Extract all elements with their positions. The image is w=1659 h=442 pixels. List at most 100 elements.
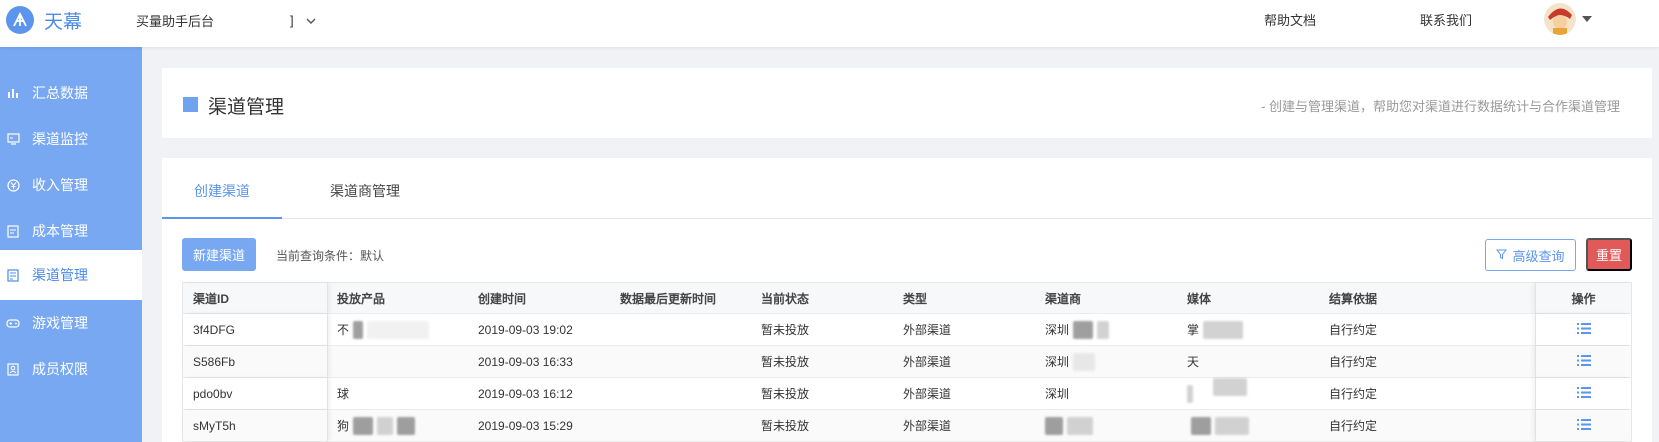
media-name: 掌 bbox=[1187, 323, 1200, 337]
app-selector[interactable]: 买量助手后台 ] bbox=[136, 11, 316, 30]
sidebar-item-label: 渠道监控 bbox=[32, 131, 88, 147]
tab-create-channel[interactable]: 创建渠道 bbox=[194, 181, 250, 201]
page-title: 渠道管理 bbox=[208, 97, 285, 118]
channel-icon bbox=[6, 268, 20, 282]
product-name: 球 bbox=[337, 387, 350, 401]
fixed-column: sMyT5h bbox=[183, 410, 328, 441]
column-header: 数据最后更新时间 bbox=[620, 291, 717, 306]
column-header: 投放产品 bbox=[337, 291, 386, 306]
column-header: 结算依据 bbox=[1329, 291, 1378, 306]
vendor-cell bbox=[1045, 410, 1093, 441]
media-name: 天 bbox=[1187, 355, 1200, 369]
created-time: 2019-09-03 19:02 bbox=[478, 322, 573, 337]
monitor-icon bbox=[6, 132, 20, 146]
redacted-block bbox=[377, 416, 394, 435]
column-header: 创建时间 bbox=[478, 291, 527, 306]
status: 暂未投放 bbox=[761, 419, 810, 433]
column-header: 媒体 bbox=[1187, 291, 1212, 306]
tab-vendor-management[interactable]: 渠道商管理 bbox=[330, 181, 400, 201]
sidebar-item-members[interactable]: 成员权限 bbox=[0, 344, 142, 394]
media-cell: 天 bbox=[1187, 346, 1199, 377]
list-icon[interactable] bbox=[1576, 322, 1591, 337]
page-subtitle: - 创建与管理渠道，帮助您对渠道进行数据统计与合作渠道管理 bbox=[1261, 99, 1620, 114]
tab-bar: 创建渠道 渠道商管理 bbox=[162, 158, 1652, 219]
fixed-op-column: 操作 bbox=[1535, 283, 1631, 313]
channel-id: pdo0bv bbox=[193, 386, 233, 401]
user-menu[interactable] bbox=[1544, 3, 1592, 35]
channel-id: S586Fb bbox=[193, 354, 236, 369]
settlement: 自行约定 bbox=[1329, 419, 1378, 433]
fixed-op-column bbox=[1535, 378, 1631, 409]
top-bar: 天幕 买量助手后台 ] 帮助文档 联系我们 bbox=[0, 0, 1659, 47]
redacted-block bbox=[353, 320, 364, 339]
help-docs-link[interactable]: 帮助文档 bbox=[1264, 10, 1316, 29]
channel-type: 外部渠道 bbox=[903, 323, 952, 337]
sidebar-item-label: 成本管理 bbox=[32, 223, 88, 239]
redacted-block bbox=[1215, 416, 1249, 435]
chevron-down-icon bbox=[306, 13, 316, 28]
vendor-name: 深圳 bbox=[1045, 387, 1070, 401]
fixed-column: S586Fb bbox=[183, 346, 328, 377]
reset-button[interactable]: 重置 bbox=[1586, 238, 1632, 271]
sidebar-item-channel-monitor[interactable]: 渠道监控 bbox=[0, 114, 142, 164]
list-icon[interactable] bbox=[1576, 386, 1591, 401]
fixed-column: 渠道ID bbox=[183, 283, 328, 313]
yen-circle-icon bbox=[6, 178, 20, 192]
sidebar-item-channel-management[interactable]: 渠道管理 bbox=[0, 250, 142, 300]
redacted-block bbox=[1187, 384, 1193, 403]
brand-logo[interactable]: 天幕 bbox=[6, 6, 82, 34]
fixed-op-column bbox=[1535, 410, 1631, 441]
gamepad-icon bbox=[6, 316, 20, 330]
new-channel-button[interactable]: 新建渠道 bbox=[182, 238, 256, 271]
fixed-op-column bbox=[1535, 314, 1631, 345]
sidebar-item-cost[interactable]: 成本管理 bbox=[0, 206, 142, 256]
created-time: 2019-09-03 16:33 bbox=[478, 354, 573, 369]
vendor-cell: 深圳 bbox=[1045, 378, 1069, 409]
settlement: 自行约定 bbox=[1329, 355, 1378, 369]
table-row: S586Fb 2019-09-03 16:33 暂未投放 外部渠道 深圳 天 自… bbox=[183, 346, 1631, 378]
media-cell bbox=[1187, 377, 1247, 409]
fixed-op-column bbox=[1535, 346, 1631, 377]
sidebar-item-label: 汇总数据 bbox=[32, 85, 88, 101]
status: 暂未投放 bbox=[761, 355, 810, 369]
avatar bbox=[1544, 3, 1576, 35]
created-time: 2019-09-03 15:29 bbox=[478, 418, 573, 433]
settlement: 自行约定 bbox=[1329, 323, 1378, 337]
advanced-query-button[interactable]: 高级查询 bbox=[1485, 239, 1576, 271]
vendor-cell: 深圳 bbox=[1045, 346, 1096, 377]
app-selector-label: 买量助手后台 bbox=[136, 14, 215, 29]
channel-id: sMyT5h bbox=[193, 418, 236, 433]
column-header: 渠道ID bbox=[193, 291, 230, 306]
channel-type: 外部渠道 bbox=[903, 419, 952, 433]
list-icon[interactable] bbox=[1576, 418, 1591, 433]
sidebar-item-games[interactable]: 游戏管理 bbox=[0, 298, 142, 348]
logo-icon bbox=[6, 6, 34, 34]
vendor-cell: 深圳 bbox=[1045, 314, 1110, 345]
sidebar-item-label: 游戏管理 bbox=[32, 315, 88, 331]
product-name: 狗 bbox=[337, 419, 350, 433]
vendor-name: 深圳 bbox=[1045, 355, 1070, 369]
sidebar-item-label: 渠道管理 bbox=[32, 267, 88, 283]
created-time: 2019-09-03 16:12 bbox=[478, 386, 573, 401]
tab-active-indicator bbox=[162, 217, 282, 219]
redacted-block bbox=[367, 320, 430, 339]
redacted-block bbox=[1073, 320, 1094, 339]
list-icon[interactable] bbox=[1576, 354, 1591, 369]
document-icon bbox=[6, 224, 20, 238]
channel-table: 渠道ID 投放产品 创建时间 数据最后更新时间 当前状态 类型 渠道商 媒体 结… bbox=[182, 282, 1632, 442]
sidebar: 汇总数据 渠道监控 收入管理 成本管理 渠道管理 游戏管理 成员权限 bbox=[0, 47, 142, 442]
brand-name: 天幕 bbox=[44, 10, 83, 33]
product-name: 不 bbox=[337, 323, 350, 337]
sidebar-item-summary[interactable]: 汇总数据 bbox=[0, 68, 142, 118]
status: 暂未投放 bbox=[761, 323, 810, 337]
table-row: 3f4DFG 不 2019-09-03 19:02 暂未投放 外部渠道 深圳 掌… bbox=[183, 314, 1631, 346]
sidebar-item-income[interactable]: 收入管理 bbox=[0, 160, 142, 210]
redacted-block bbox=[1203, 320, 1244, 339]
redacted-block bbox=[353, 416, 374, 435]
fixed-column: pdo0bv bbox=[183, 378, 328, 409]
member-icon bbox=[6, 362, 20, 376]
media-cell bbox=[1187, 410, 1249, 441]
channel-type: 外部渠道 bbox=[903, 355, 952, 369]
contact-us-link[interactable]: 联系我们 bbox=[1420, 10, 1472, 29]
product-cell: 不 bbox=[337, 314, 430, 345]
